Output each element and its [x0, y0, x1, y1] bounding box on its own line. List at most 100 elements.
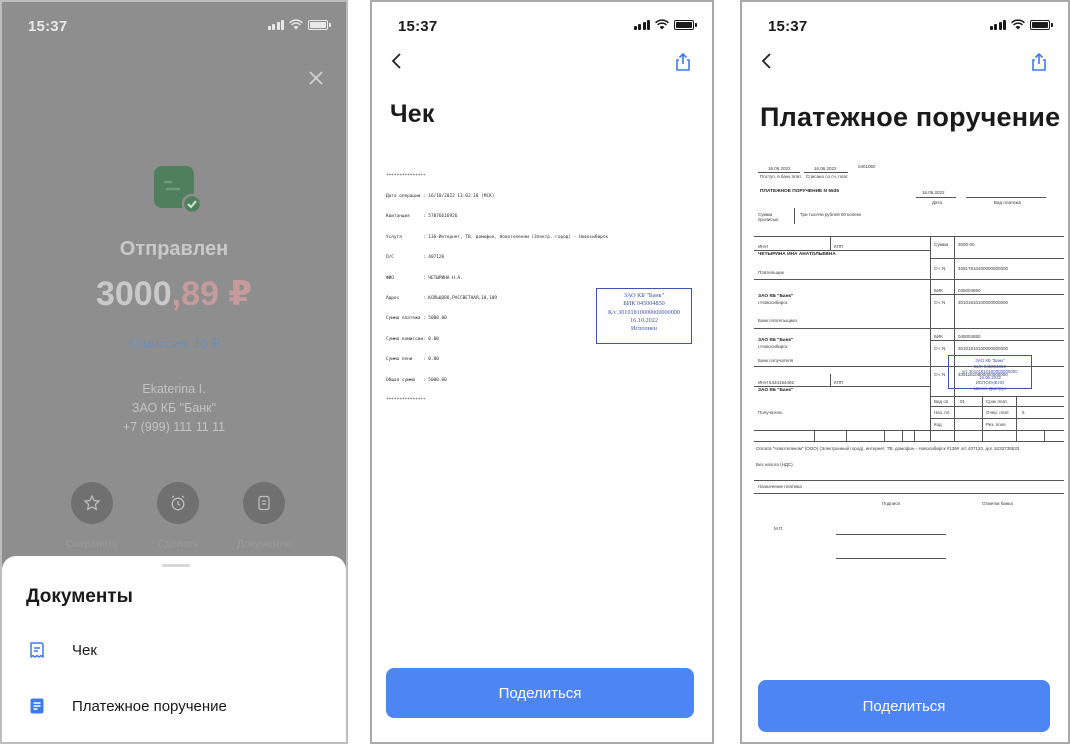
autopay-button[interactable]: Сделать — [142, 482, 214, 550]
recipient-info: Ekaterina I. ЗАО КБ "Банк" +7 (999) 111 … — [2, 380, 346, 437]
receipt-icon — [26, 639, 48, 661]
documents-label: Документы — [236, 538, 292, 550]
sum-label: Сумма — [934, 242, 949, 247]
save-template-button[interactable]: Сохранить — [56, 482, 128, 550]
star-icon — [83, 494, 101, 511]
sheet-grabber[interactable] — [162, 564, 190, 567]
back-chevron-icon[interactable] — [390, 52, 404, 70]
payment-type-label: Вид платежа — [994, 200, 1021, 205]
form-code: 0401060 — [858, 164, 876, 169]
document-icon — [258, 495, 270, 511]
receipt-line: Услуга : 136-Интернет, ТВ, домофон, Ново… — [386, 234, 609, 240]
status-icons — [989, 19, 1053, 30]
amount-integer: 3000 — [95, 275, 172, 313]
share-icon[interactable] — [674, 52, 692, 72]
status-bar: 15:37 — [372, 2, 712, 42]
page-title: Платежное поручение — [760, 102, 1061, 132]
purpose-code-label: Наз. пл. — [934, 410, 951, 415]
amount: 3000,89 ₽ — [2, 274, 346, 314]
page-title: Чек — [390, 100, 435, 128]
receipt-line: Адрес : КОЛЬЦОВО,РАССВЕТНАЯ,10,109 — [386, 295, 498, 301]
queue-label: Очер. плат. — [986, 410, 1010, 415]
signatures-label: Подписи — [882, 501, 900, 506]
sheet-item-payment-order[interactable]: Платежное поручение — [26, 688, 326, 724]
bik-value: 045004850 — [958, 288, 981, 293]
code-label: Код — [934, 422, 942, 427]
order-number: ПЛАТЕЖНОЕ ПОРУЧЕНИЕ N 5535 — [760, 189, 840, 194]
mp-label: М.П. — [774, 526, 784, 531]
stamp-line: ЗАО КБ "Банк" — [623, 292, 665, 299]
date-received: 16.06.2022 — [768, 166, 791, 171]
date-debited: 16.06.2022 — [814, 166, 837, 171]
share-button[interactable]: Поделиться — [386, 668, 694, 718]
receipt-line: *************** — [386, 173, 426, 179]
receiver-bank-name: ЗАО КБ "Банк" — [758, 338, 794, 343]
save-label: Сохранить — [65, 538, 119, 550]
payer-label: Плательщик — [758, 270, 784, 275]
receipt-line: Сумма пени : 0.00 — [386, 357, 439, 363]
share-icon[interactable] — [1030, 52, 1048, 72]
due-label: Срок плат. — [986, 399, 1008, 404]
close-icon[interactable] — [308, 70, 324, 86]
payer-acc-label: Сч. N — [934, 266, 946, 271]
sum-words-label: Сумма прописью — [758, 212, 779, 223]
status-icons — [633, 19, 697, 30]
sum-value: 3000-00 — [958, 242, 975, 247]
documents-button[interactable]: Документы — [228, 482, 300, 550]
phone-payment-order-screen: 15:37 Платежное поручение 16.06.2022 16.… — [740, 0, 1070, 744]
make-label: Сделать — [157, 538, 199, 550]
amount-fraction: ,89 ₽ — [171, 275, 252, 313]
receiver-bank-city: г.Новосибирск — [758, 344, 788, 349]
document-success-icon — [154, 166, 203, 215]
receipt-line: ФИО : ЧЕТЫРИНА Н.А. — [386, 275, 463, 281]
date-label: Дата — [932, 200, 942, 205]
sum-words: Три тысячи рублей 00 копеек — [800, 212, 862, 217]
corr-acc-label: Сч. N — [934, 346, 946, 351]
kpp-label: КПП — [834, 380, 844, 385]
corr-account: 30101810100000000000 — [958, 300, 1009, 305]
status-time: 15:37 — [28, 18, 68, 35]
stamp-line: Шапко-Дмитрук — [974, 385, 1006, 391]
status-time: 15:37 — [768, 18, 808, 35]
corr-account: 30101810100000000000 — [958, 346, 1009, 351]
signal-icon — [633, 19, 650, 30]
battery-icon — [308, 19, 331, 30]
order-date: 16.06.2022 — [922, 190, 945, 195]
status-bar: 15:37 — [742, 2, 1068, 42]
bank-stamp: ЗАО КБ "Банк" БИК 045004850 К/с 30101810… — [596, 288, 692, 344]
receiver-inn: ИНН 5434154492 — [758, 380, 795, 385]
stamp-line: К/с 30101810000000000000 — [607, 308, 680, 316]
documents-bottom-sheet: Документы Чек Платежное поручение — [2, 556, 346, 742]
inn-label: ИНН — [758, 244, 768, 249]
status-bar: 15:37 — [2, 2, 346, 42]
receipt-line: Дата операции : 16/10/2022 13:02:18 (MCK… — [386, 193, 495, 199]
bik-label: БИК — [934, 334, 943, 339]
receipt-line: Сумма платежа : 5000.00 — [386, 316, 447, 322]
receipt-line: Л/С : 407120 — [386, 255, 445, 261]
action-buttons: Сохранить Сделать Документы — [56, 482, 300, 550]
payer-name: ЧЕТЫРИНА ИНА АНАТОЛЬЕВНА — [758, 252, 836, 257]
payer-bank-label: Банк плательщика — [758, 318, 797, 323]
share-button[interactable]: Поделиться — [758, 680, 1050, 732]
receipt-line: Сумма комиссии: 0.00 — [386, 336, 439, 342]
queue-value: 5 — [1022, 410, 1025, 415]
recipient-bank: ЗАО КБ "Банк" — [131, 401, 217, 415]
res-field-label: Рез. поле — [986, 422, 1006, 427]
payment-purpose: Оплата "Новотелеком" (ООО) (Электронный … — [756, 446, 1020, 451]
sheet-item-receipt[interactable]: Чек — [26, 632, 326, 668]
kpp-label: КПП — [834, 244, 844, 249]
phone-receipt-screen: 15:37 Чек *************** Дата операции … — [370, 0, 714, 744]
receipt-line: Общая сумма : 5000.00 — [386, 377, 447, 383]
sheet-item-label: Платежное поручение — [72, 697, 227, 715]
receipt-line: *************** — [386, 397, 426, 403]
back-chevron-icon[interactable] — [760, 52, 774, 70]
op-type-label: Вид оп. — [934, 399, 950, 404]
battery-icon — [674, 19, 697, 30]
receiver-acc-label: Сч. N — [934, 372, 946, 377]
alarm-clock-icon — [171, 495, 185, 511]
corr-acc-label: Сч. N — [934, 300, 946, 305]
sheet-item-label: Чек — [72, 641, 97, 659]
vat-note: Без налога (НДС). — [756, 462, 794, 467]
bank-stamp: ЗАО КБ "Банк" БИК 045004850 к/с 30101810… — [948, 355, 1032, 391]
receiver-name: ЗАО КБ "Банк" — [758, 388, 794, 393]
